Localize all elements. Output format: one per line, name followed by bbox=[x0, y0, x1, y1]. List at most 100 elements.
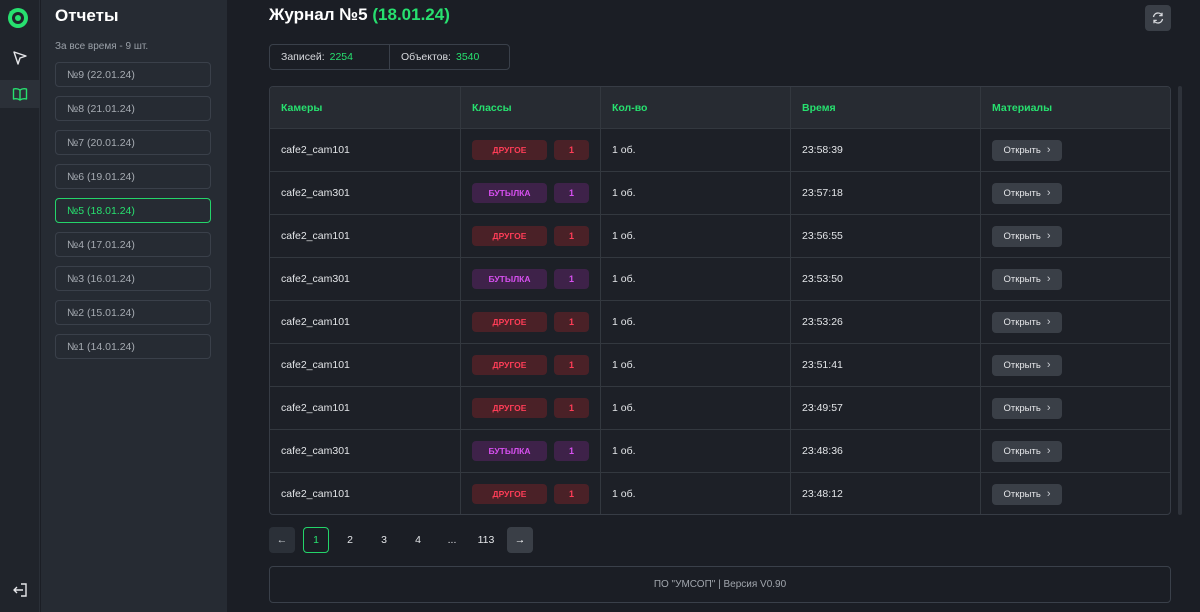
class-badge: БУТЫЛКА bbox=[472, 183, 547, 203]
open-button[interactable]: Открыть › bbox=[992, 483, 1062, 505]
quantity-cell: 1 об. bbox=[600, 129, 790, 171]
time-cell: 23:56:55 bbox=[790, 215, 980, 257]
class-cell: ДРУГОЕ 1 bbox=[460, 301, 600, 343]
time-cell: 23:48:12 bbox=[790, 473, 980, 514]
table-header: Камеры Классы Кол-во Время Материалы bbox=[270, 87, 1170, 128]
open-button-label: Открыть bbox=[1003, 488, 1041, 500]
column-header[interactable]: Классы bbox=[460, 87, 600, 128]
refresh-button[interactable] bbox=[1145, 5, 1171, 31]
chevron-right-icon: › bbox=[1046, 187, 1051, 199]
count-badge: 1 bbox=[554, 226, 589, 246]
objects-label: Объектов: bbox=[401, 51, 451, 63]
page-title: Журнал №5 (18.01.24) bbox=[269, 5, 450, 25]
open-button[interactable]: Открыть › bbox=[992, 139, 1062, 161]
class-cell: ДРУГОЕ 1 bbox=[460, 129, 600, 171]
table-row: cafe2_cam101 ДРУГОЕ 1 1 об. 23:48:12 Открыть › bbox=[270, 472, 1170, 514]
camera-cell: cafe2_cam101 bbox=[281, 488, 350, 500]
class-badge: ДРУГОЕ bbox=[472, 226, 547, 246]
sidebar-title: Отчеты bbox=[55, 6, 119, 25]
count-badge: 1 bbox=[554, 355, 589, 375]
logo-icon[interactable] bbox=[6, 6, 30, 30]
page-button[interactable]: 4 bbox=[405, 527, 431, 553]
count-badge: 1 bbox=[554, 183, 589, 203]
page-button[interactable]: 1 bbox=[303, 527, 329, 553]
open-button[interactable]: Открыть › bbox=[992, 440, 1062, 462]
send-icon[interactable] bbox=[0, 44, 40, 72]
time-cell: 23:51:41 bbox=[790, 344, 980, 386]
class-cell: БУТЫЛКА 1 bbox=[460, 258, 600, 300]
camera-cell: cafe2_cam101 bbox=[281, 144, 350, 156]
quantity-cell: 1 об. bbox=[600, 430, 790, 472]
open-button[interactable]: Открыть › bbox=[992, 354, 1062, 376]
icon-rail bbox=[0, 0, 40, 612]
prev-page-button[interactable]: ← bbox=[269, 527, 295, 553]
page-button[interactable]: 2 bbox=[337, 527, 363, 553]
open-button-label: Открыть bbox=[1003, 445, 1041, 457]
records-stat: Записей: 2254 bbox=[270, 45, 389, 69]
count-badge: 1 bbox=[554, 140, 589, 160]
time-cell: 23:48:36 bbox=[790, 430, 980, 472]
objects-value: 3540 bbox=[455, 51, 480, 63]
page-button[interactable]: 113 bbox=[473, 527, 499, 553]
open-button-label: Открыть bbox=[1003, 273, 1041, 285]
open-button-label: Открыть bbox=[1003, 359, 1041, 371]
report-item[interactable]: №2 (15.01.24) bbox=[55, 300, 211, 325]
report-item[interactable]: №6 (19.01.24) bbox=[55, 164, 211, 189]
book-icon[interactable] bbox=[0, 80, 40, 108]
page-button[interactable]: 3 bbox=[371, 527, 397, 553]
report-item[interactable]: №3 (16.01.24) bbox=[55, 266, 211, 291]
report-item[interactable]: №5 (18.01.24) bbox=[55, 198, 211, 223]
time-cell: 23:53:26 bbox=[790, 301, 980, 343]
report-item[interactable]: №9 (22.01.24) bbox=[55, 62, 211, 87]
open-button[interactable]: Открыть › bbox=[992, 225, 1062, 247]
time-cell: 23:49:57 bbox=[790, 387, 980, 429]
class-badge: ДРУГОЕ bbox=[472, 484, 547, 504]
class-cell: БУТЫЛКА 1 bbox=[460, 430, 600, 472]
chevron-right-icon: › bbox=[1046, 488, 1051, 500]
open-button[interactable]: Открыть › bbox=[992, 311, 1062, 333]
footer: ПО "УМСОП" | Версия V0.90 bbox=[269, 566, 1171, 603]
report-item[interactable]: №1 (14.01.24) bbox=[55, 334, 211, 359]
table-row: cafe2_cam101 ДРУГОЕ 1 1 об. 23:56:55 Открыть › bbox=[270, 214, 1170, 257]
open-button-label: Открыть bbox=[1003, 230, 1041, 242]
open-button[interactable]: Открыть › bbox=[992, 397, 1062, 419]
chevron-right-icon: › bbox=[1046, 402, 1051, 414]
class-badge: БУТЫЛКА bbox=[472, 441, 547, 461]
open-button-label: Открыть bbox=[1003, 144, 1041, 156]
logout-icon[interactable] bbox=[0, 576, 40, 604]
open-button-label: Открыть bbox=[1003, 402, 1041, 414]
next-page-button[interactable]: → bbox=[507, 527, 533, 553]
pagination-ellipsis: ... bbox=[447, 534, 457, 546]
quantity-cell: 1 об. bbox=[600, 473, 790, 514]
materials-cell: Открыть › bbox=[980, 387, 1170, 429]
count-badge: 1 bbox=[554, 398, 589, 418]
table-row: cafe2_cam101 ДРУГОЕ 1 1 об. 23:53:26 Открыть › bbox=[270, 300, 1170, 343]
quantity-cell: 1 об. bbox=[600, 258, 790, 300]
camera-cell: cafe2_cam301 bbox=[281, 445, 350, 457]
records-value: 2254 bbox=[329, 51, 353, 63]
open-button[interactable]: Открыть › bbox=[992, 182, 1062, 204]
chevron-right-icon: › bbox=[1046, 359, 1051, 371]
materials-cell: Открыть › bbox=[980, 129, 1170, 171]
class-badge: ДРУГОЕ bbox=[472, 398, 547, 418]
table-row: cafe2_cam101 ДРУГОЕ 1 1 об. 23:58:39 Открыть › bbox=[270, 128, 1170, 171]
open-button[interactable]: Открыть › bbox=[992, 268, 1062, 290]
report-item[interactable]: №7 (20.01.24) bbox=[55, 130, 211, 155]
class-badge: ДРУГОЕ bbox=[472, 140, 547, 160]
report-item[interactable]: №8 (21.01.24) bbox=[55, 96, 211, 121]
time-cell: 23:57:18 bbox=[790, 172, 980, 214]
time-cell: 23:53:50 bbox=[790, 258, 980, 300]
column-header[interactable]: Время bbox=[790, 87, 980, 128]
class-cell: БУТЫЛКА 1 bbox=[460, 172, 600, 214]
table-scrollbar[interactable] bbox=[1178, 86, 1182, 515]
column-header[interactable]: Камеры bbox=[270, 87, 460, 128]
column-header[interactable]: Кол-во bbox=[600, 87, 790, 128]
count-badge: 1 bbox=[554, 269, 589, 289]
report-item[interactable]: №4 (17.01.24) bbox=[55, 232, 211, 257]
report-list: №9 (22.01.24) №8 (21.01.24) №7 (20.01.24) №… bbox=[55, 62, 211, 368]
count-badge: 1 bbox=[554, 312, 589, 332]
reports-sidebar: Отчеты За все время - 9 шт. №9 (22.01.24… bbox=[41, 0, 227, 612]
main-content: Журнал №5 (18.01.24) Записей: 2254 Объек… bbox=[227, 0, 1200, 612]
table-row: cafe2_cam101 ДРУГОЕ 1 1 об. 23:49:57 Открыть › bbox=[270, 386, 1170, 429]
column-header[interactable]: Материалы bbox=[980, 87, 1170, 128]
